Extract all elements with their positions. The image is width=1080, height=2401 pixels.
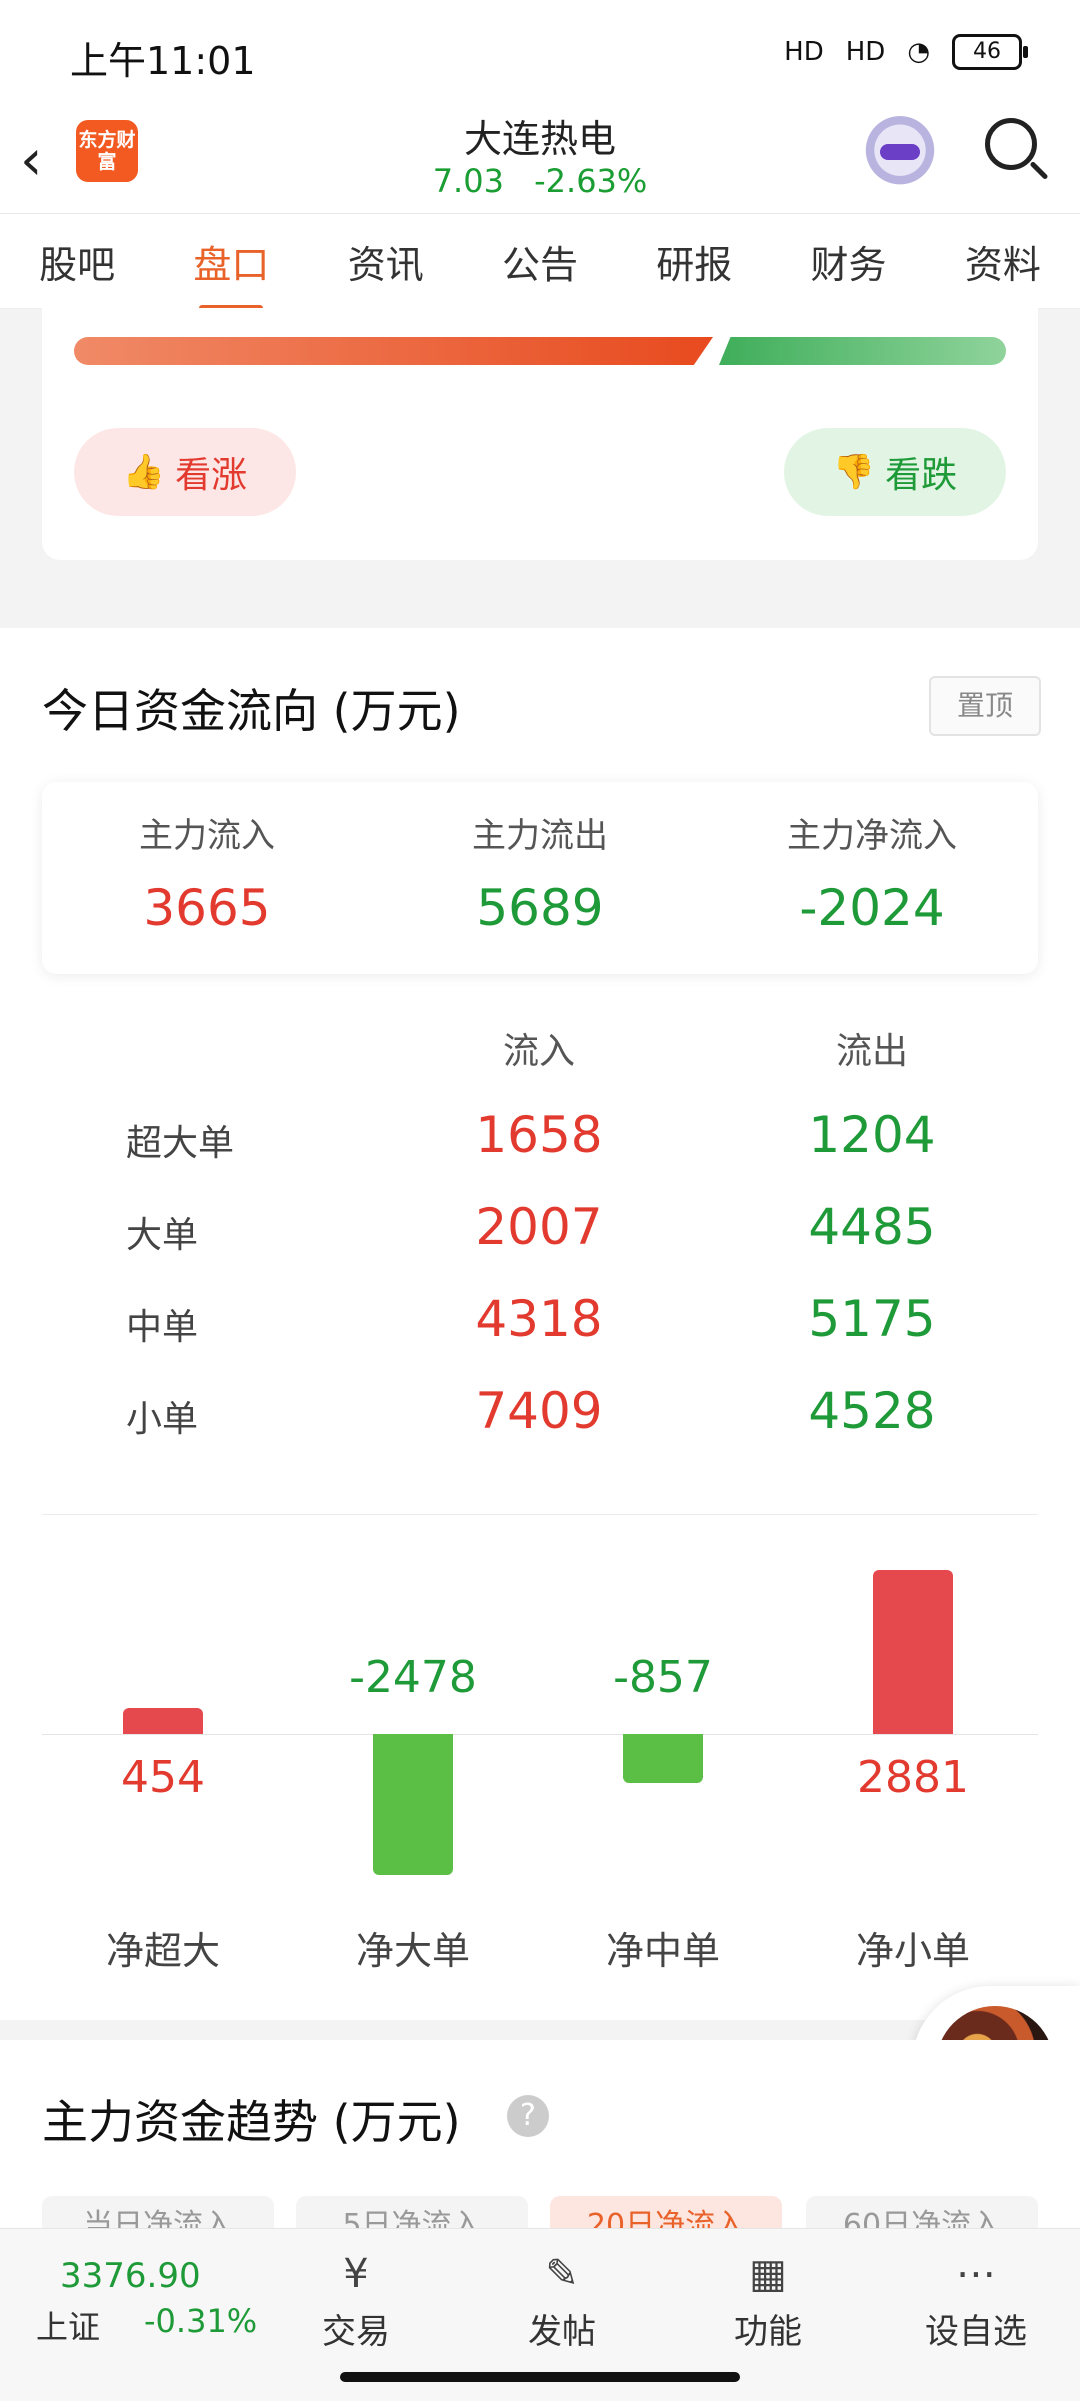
nav-add-watchlist[interactable]: ⋯ 设自选: [906, 2244, 1046, 2353]
trade-icon: ¥: [343, 2251, 369, 2297]
chart-category-label: 净中单: [605, 1929, 720, 1973]
chart-category-label: 净超大: [105, 1929, 220, 1973]
section-title: 主力资金趋势 (万元): [42, 2095, 461, 2149]
home-indicator: [340, 2372, 740, 2382]
net-flow-chart: 454 净超大 -2478 净大单 -857 净中单 2881 净小单: [0, 0, 1080, 2000]
chart-category-label: 净小单: [855, 1929, 970, 1973]
chart-value-label: 2881: [857, 1752, 969, 1803]
index-change[interactable]: -0.31%: [144, 2302, 257, 2340]
chart-value-label: 454: [121, 1752, 205, 1803]
nav-label: 功能: [734, 2312, 802, 2352]
more-icon: ⋯: [956, 2251, 996, 2297]
nav-label: 设自选: [925, 2312, 1027, 2352]
nav-label: 发帖: [528, 2312, 596, 2352]
edit-icon: ✎: [545, 2251, 579, 2297]
nav-label: 交易: [322, 2312, 390, 2352]
nav-trade[interactable]: ¥ 交易: [286, 2244, 426, 2353]
chart-category-label: 净大单: [355, 1929, 470, 1973]
index-value[interactable]: 3376.90: [60, 2256, 201, 2296]
index-name[interactable]: 上证: [36, 2302, 100, 2348]
grid-icon: ▦: [749, 2251, 787, 2297]
nav-post[interactable]: ✎ 发帖: [492, 2244, 632, 2353]
chart-bar: [123, 1708, 203, 1734]
chart-bar: [623, 1734, 703, 1783]
help-icon[interactable]: ?: [507, 2095, 549, 2137]
chart-bar: [373, 1734, 453, 1876]
chart-value-label: -857: [613, 1652, 713, 1703]
chart-bar: [873, 1570, 953, 1734]
chart-value-label: -2478: [349, 1652, 477, 1703]
nav-functions[interactable]: ▦ 功能: [698, 2244, 838, 2353]
